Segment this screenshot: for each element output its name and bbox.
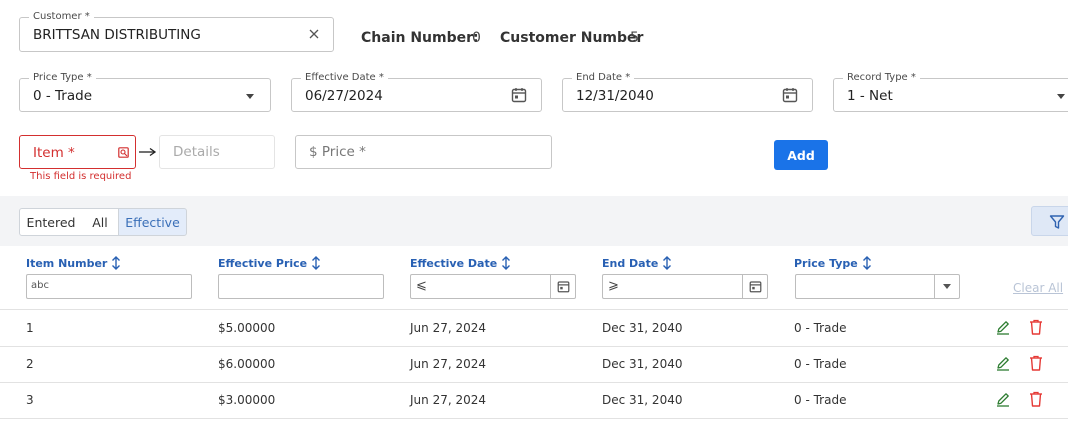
filter-operator-gte[interactable]: ⩾ <box>608 278 619 293</box>
record-type-value: 1 - Net <box>847 88 893 104</box>
cell-price: $6.00000 <box>218 357 276 371</box>
cell-end-date: Dec 31, 2040 <box>602 321 683 335</box>
chevron-down-icon <box>246 94 254 99</box>
effective-date-field[interactable]: Effective Date * 06/27/2024 <box>291 72 542 112</box>
price-type-select[interactable]: Price Type * 0 - Trade <box>19 72 271 112</box>
filter-price-type[interactable] <box>795 274 960 299</box>
chevron-down-icon <box>943 284 951 289</box>
delete-icon[interactable] <box>1029 391 1043 407</box>
cell-item: 3 <box>26 393 34 407</box>
clear-icon[interactable] <box>309 29 319 39</box>
filter-effective-date-calendar[interactable] <box>550 275 575 298</box>
col-effective-price[interactable]: Effective Price <box>218 256 321 270</box>
sort-icon[interactable] <box>862 256 872 270</box>
details-placeholder: Details <box>173 144 220 160</box>
sort-icon[interactable] <box>662 256 672 270</box>
clear-all-link[interactable]: Clear All <box>1013 281 1063 295</box>
delete-icon[interactable] <box>1029 355 1043 371</box>
edit-icon[interactable] <box>995 391 1011 407</box>
col-item-number[interactable]: Item Number <box>26 256 121 270</box>
customer-number-value: 5 <box>630 30 639 46</box>
price-type-value: 0 - Trade <box>33 88 93 104</box>
cell-effective-date: Jun 27, 2024 <box>410 357 487 371</box>
cell-price-type: 0 - Trade <box>794 357 847 371</box>
cell-item: 1 <box>26 321 34 335</box>
cell-item: 2 <box>26 357 34 371</box>
cell-price-type: 0 - Trade <box>794 393 847 407</box>
customer-number-label: Customer Number <box>500 30 644 46</box>
price-input[interactable]: $ Price * <box>295 135 552 169</box>
effective-date-value: 06/27/2024 <box>305 88 383 104</box>
record-type-select[interactable]: Record Type * 1 - Net <box>833 72 1068 112</box>
cell-end-date: Dec 31, 2040 <box>602 393 683 407</box>
edit-icon[interactable] <box>995 355 1011 371</box>
price-placeholder: $ Price * <box>309 144 366 160</box>
filter-item-placeholder: a͏b͏c <box>31 280 49 291</box>
row-divider <box>0 418 1068 419</box>
calendar-icon[interactable] <box>511 87 527 103</box>
delete-icon[interactable] <box>1029 319 1043 335</box>
customer-value: BRITTSAN DISTRIBUTING <box>33 27 201 43</box>
sort-icon[interactable] <box>111 256 121 270</box>
col-price-type[interactable]: Price Type <box>794 256 872 270</box>
cell-end-date: Dec 31, 2040 <box>602 357 683 371</box>
arrow-right-icon <box>139 147 157 157</box>
calendar-icon[interactable] <box>782 87 798 103</box>
item-error-text: This field is required <box>30 171 132 182</box>
col-effective-price-label: Effective Price <box>218 256 308 270</box>
filter-item-number[interactable]: a͏b͏c <box>26 274 192 299</box>
chevron-down-icon <box>1057 94 1065 99</box>
cell-price: $3.00000 <box>218 393 276 407</box>
table-row[interactable]: 1 $5.00000 Jun 27, 2024 Dec 31, 2040 0 -… <box>0 310 1068 346</box>
col-end-date[interactable]: End Date <box>602 256 672 270</box>
edit-icon[interactable] <box>995 319 1011 335</box>
table-row[interactable]: 3 $3.00000 Jun 27, 2024 Dec 31, 2040 0 -… <box>0 382 1068 418</box>
item-search-icon[interactable] <box>118 147 129 158</box>
calendar-icon <box>557 281 569 293</box>
table-row[interactable]: 2 $6.00000 Jun 27, 2024 Dec 31, 2040 0 -… <box>0 346 1068 382</box>
cell-effective-date: Jun 27, 2024 <box>410 321 487 335</box>
filter-operator-lte[interactable]: ⩽ <box>416 278 427 293</box>
filter-price-type-dropdown[interactable] <box>934 275 959 298</box>
add-button[interactable]: Add <box>774 140 828 170</box>
tab-all[interactable]: All <box>82 208 119 236</box>
sort-icon[interactable] <box>311 256 321 270</box>
calendar-icon <box>749 281 761 293</box>
filter-effective-price[interactable] <box>218 274 384 299</box>
col-price-type-label: Price Type <box>794 256 858 270</box>
cell-price-type: 0 - Trade <box>794 321 847 335</box>
tab-entered[interactable]: Entered <box>19 208 83 236</box>
effective-date-label: Effective Date * <box>301 72 388 84</box>
price-type-label: Price Type * <box>29 72 96 84</box>
customer-label: Customer * <box>29 11 94 23</box>
chain-number-value: 0 <box>472 30 481 46</box>
cell-price: $5.00000 <box>218 321 276 335</box>
filter-end-date[interactable]: ⩾ <box>602 274 768 299</box>
end-date-label: End Date * <box>572 72 635 84</box>
filter-end-date-calendar[interactable] <box>742 275 767 298</box>
item-input[interactable]: Item * <box>19 135 136 169</box>
chain-number-label: Chain Number: <box>361 30 479 46</box>
customer-field[interactable]: Customer * BRITTSAN DISTRIBUTING <box>19 11 334 52</box>
record-type-label: Record Type * <box>843 72 920 84</box>
filter-effective-date[interactable]: ⩽ <box>410 274 576 299</box>
cell-effective-date: Jun 27, 2024 <box>410 393 487 407</box>
col-effective-date-label: Effective Date <box>410 256 498 270</box>
sort-icon[interactable] <box>501 256 511 270</box>
end-date-field[interactable]: End Date * 12/31/2040 <box>562 72 813 112</box>
col-item-number-label: Item Number <box>26 256 108 270</box>
end-date-value: 12/31/2040 <box>576 88 654 104</box>
filter-icon <box>1049 215 1065 229</box>
filter-button[interactable] <box>1031 206 1068 236</box>
item-placeholder: Item * <box>33 145 75 161</box>
details-input[interactable]: Details <box>159 135 275 169</box>
tab-effective[interactable]: Effective <box>118 208 187 236</box>
col-effective-date[interactable]: Effective Date <box>410 256 511 270</box>
col-end-date-label: End Date <box>602 256 659 270</box>
